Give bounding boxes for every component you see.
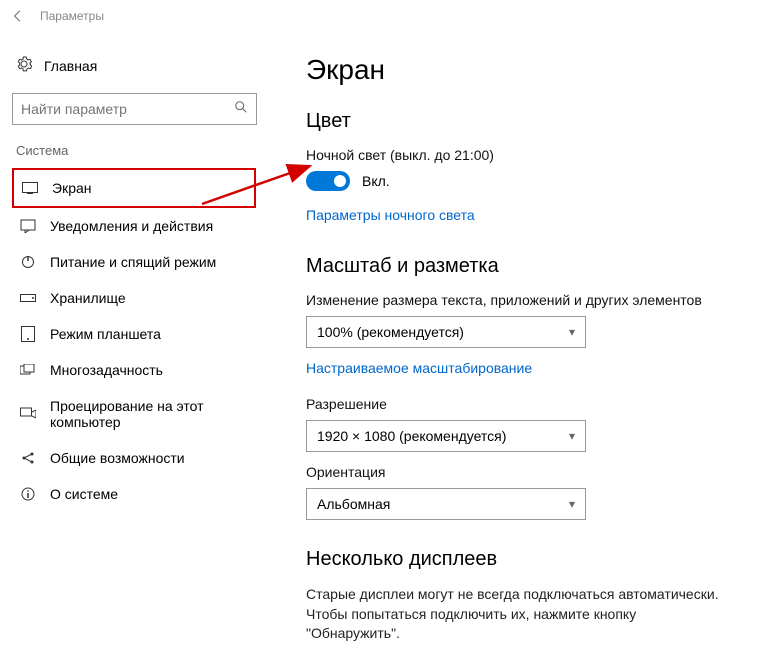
gear-icon	[16, 56, 32, 75]
sidebar-item-label: Общие возможности	[50, 450, 185, 466]
sidebar-item-label: Режим планшета	[50, 326, 161, 342]
color-section-title: Цвет	[306, 110, 740, 133]
sidebar-item-storage[interactable]: Хранилище	[12, 280, 256, 316]
sidebar-item-label: Экран	[52, 180, 92, 196]
chevron-down-icon: ▾	[569, 429, 575, 443]
orientation-select[interactable]: Альбомная ▾	[306, 488, 586, 520]
window-title: Параметры	[40, 9, 104, 23]
orientation-value: Альбомная	[317, 496, 390, 512]
multitasking-icon	[20, 364, 36, 376]
scale-value: 100% (рекомендуется)	[317, 324, 464, 340]
night-light-label: Ночной свет (выкл. до 21:00)	[306, 147, 740, 163]
toggle-state-label: Вкл.	[362, 173, 390, 189]
search-icon	[234, 100, 248, 119]
chevron-down-icon: ▾	[569, 497, 575, 511]
multi-displays-section-title: Несколько дисплеев	[306, 548, 740, 571]
multi-displays-description: Старые дисплеи могут не всегда подключат…	[306, 585, 726, 644]
sidebar-item-projecting[interactable]: Проецирование на этот компьютер	[12, 388, 256, 440]
sidebar-item-shared[interactable]: Общие возможности	[12, 440, 256, 476]
sidebar-item-label: О системе	[50, 486, 118, 502]
power-icon	[20, 255, 36, 269]
chevron-down-icon: ▾	[569, 325, 575, 339]
scale-select[interactable]: 100% (рекомендуется) ▾	[306, 316, 586, 348]
sidebar-item-multitasking[interactable]: Многозадачность	[12, 352, 256, 388]
sidebar-item-power[interactable]: Питание и спящий режим	[12, 244, 256, 280]
back-button[interactable]	[8, 6, 28, 26]
orientation-label: Ориентация	[306, 464, 740, 480]
scale-label: Изменение размера текста, приложений и д…	[306, 292, 740, 308]
search-box[interactable]	[12, 93, 257, 125]
sidebar-item-label: Питание и спящий режим	[50, 254, 216, 270]
notification-icon	[20, 219, 36, 233]
sidebar-item-label: Хранилище	[50, 290, 126, 306]
resolution-select[interactable]: 1920 × 1080 (рекомендуется) ▾	[306, 420, 586, 452]
sidebar-group-header: Система	[16, 143, 256, 158]
home-nav[interactable]: Главная	[12, 48, 256, 83]
storage-icon	[20, 294, 36, 302]
toggle-knob	[334, 175, 346, 187]
custom-scaling-link[interactable]: Настраиваемое масштабирование	[306, 360, 532, 376]
search-input[interactable]	[21, 101, 234, 117]
resolution-value: 1920 × 1080 (рекомендуется)	[317, 428, 506, 444]
night-light-toggle[interactable]	[306, 171, 350, 191]
sidebar-item-display[interactable]: Экран	[12, 168, 256, 208]
display-icon	[22, 182, 38, 194]
sidebar-item-label: Проецирование на этот компьютер	[50, 398, 248, 430]
info-icon	[20, 487, 36, 501]
sidebar-item-label: Многозадачность	[50, 362, 163, 378]
home-label: Главная	[44, 58, 97, 74]
main-content: Экран Цвет Ночной свет (выкл. до 21:00) …	[272, 32, 768, 656]
sidebar-item-about[interactable]: О системе	[12, 476, 256, 512]
back-arrow-icon	[11, 9, 25, 23]
sidebar: Главная Система Экран Уведомления и дейс…	[0, 32, 272, 656]
night-light-settings-link[interactable]: Параметры ночного света	[306, 207, 475, 223]
page-title: Экран	[306, 54, 740, 86]
sidebar-item-notifications[interactable]: Уведомления и действия	[12, 208, 256, 244]
sidebar-item-label: Уведомления и действия	[50, 218, 213, 234]
tablet-icon	[20, 326, 36, 342]
shared-icon	[20, 451, 36, 465]
projecting-icon	[20, 407, 36, 421]
resolution-label: Разрешение	[306, 396, 740, 412]
sidebar-item-tablet[interactable]: Режим планшета	[12, 316, 256, 352]
scale-section-title: Масштаб и разметка	[306, 255, 740, 278]
